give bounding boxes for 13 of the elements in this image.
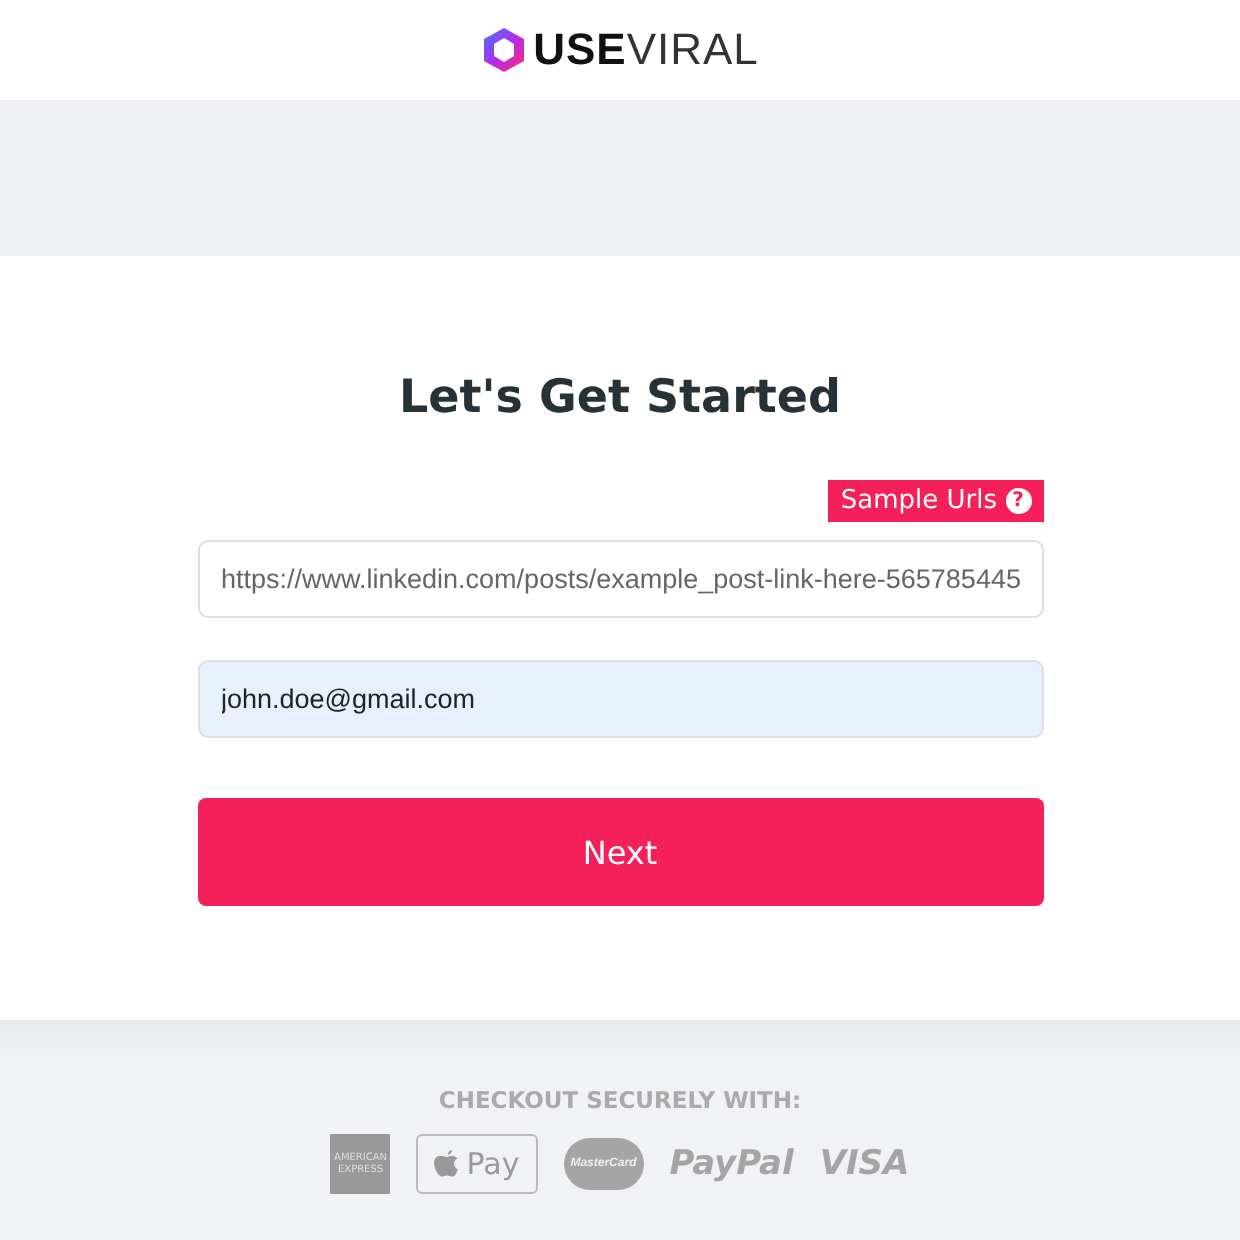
hexagon-logo-icon <box>481 26 526 74</box>
sample-urls-button[interactable]: Sample Urls ? <box>828 480 1043 522</box>
url-input-field[interactable]: https://www.linkedin.com/posts/example_post-link-here-565785445 <box>197 540 1043 618</box>
email-input-field[interactable]: john.doe@gmail.com <box>197 660 1043 738</box>
checkout-heading: CHECKOUT SECURELY WITH: <box>438 1086 802 1114</box>
visa-logo: VISA <box>819 1144 910 1184</box>
help-icon: ? <box>1005 488 1031 514</box>
paypal-logo: PayPal <box>669 1144 794 1184</box>
apple-pay-logo: Pay <box>416 1134 538 1194</box>
apple-icon <box>434 1149 461 1179</box>
logo-wordmark: USEVIRAL <box>533 24 759 76</box>
next-button[interactable]: Next <box>197 798 1043 906</box>
page-title: Let's Get Started <box>399 372 841 424</box>
